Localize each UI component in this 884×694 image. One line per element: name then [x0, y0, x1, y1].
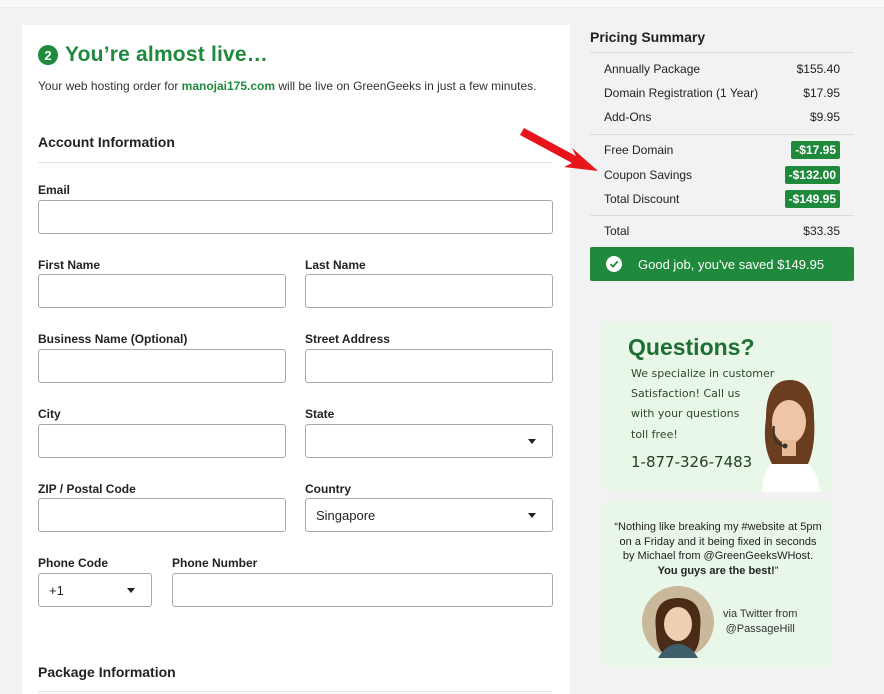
- country-value: Singapore: [316, 507, 376, 523]
- discount-badge: -$17.95: [791, 141, 840, 159]
- account-section-title: Account Information: [38, 134, 175, 150]
- step-number-icon: 2: [38, 45, 58, 65]
- ad-heading: Questions?: [628, 334, 755, 360]
- ad-phone-number: 1-877-326-7483: [631, 453, 753, 471]
- chevron-down-icon: [528, 439, 536, 444]
- discount-badge: -$132.00: [784, 166, 840, 184]
- summary-row-value: $9.95: [809, 110, 840, 124]
- city-field[interactable]: [38, 424, 286, 458]
- phone-code-label: Phone Code: [38, 556, 109, 570]
- discount-badge: -$149.95: [784, 190, 840, 208]
- total-label: Total: [604, 224, 630, 238]
- testimonial-line: “Nothing like breaking my #website at 5p…: [614, 521, 822, 533]
- summary-row: Annually Package $155.40: [604, 59, 840, 79]
- avatar: [642, 586, 714, 658]
- discount-row: Free Domain -$17.95: [604, 140, 840, 160]
- total-row: Total $33.35: [604, 221, 840, 241]
- summary-row-value: $155.40: [796, 62, 840, 76]
- hero-subtitle: Your web hosting order for manojai175.co…: [38, 79, 536, 93]
- email-label: Email: [38, 183, 71, 197]
- phone-code-select[interactable]: +1: [38, 573, 152, 607]
- testimonial-source: via Twitter from @PassageHill: [723, 607, 797, 637]
- checkout-card: 2 You’re almost live… Your web hosting o…: [22, 25, 570, 694]
- pricing-summary: Annually Package $155.40 Domain Registra…: [590, 52, 854, 238]
- testimonial-line-end: You guys are the best!”: [610, 564, 826, 579]
- street-address-field[interactable]: [305, 349, 553, 383]
- country-label: Country: [305, 482, 351, 496]
- testimonial-line: by Michael from @GreenGeeksWHost.: [622, 550, 814, 562]
- package-section-divider: [38, 691, 552, 692]
- phone-code-value: +1: [49, 582, 64, 598]
- last-name-field[interactable]: [305, 274, 553, 308]
- chevron-down-icon: [528, 513, 536, 518]
- phone-number-label: Phone Number: [172, 556, 258, 570]
- package-section-title: Package Information: [38, 664, 176, 680]
- support-agent-photo: [762, 380, 820, 492]
- pricing-summary-title: Pricing Summary: [590, 29, 706, 45]
- testimonial-card: “Nothing like breaking my #website at 5p…: [604, 501, 832, 666]
- email-field[interactable]: [38, 200, 553, 234]
- summary-row-label: Add-Ons: [604, 110, 652, 124]
- summary-divider: [590, 134, 854, 135]
- ad-line: toll free!: [631, 428, 678, 441]
- zip-field[interactable]: [38, 498, 286, 532]
- check-circle-icon: [606, 256, 622, 272]
- business-name-field[interactable]: [38, 349, 286, 383]
- first-name-field[interactable]: [38, 274, 286, 308]
- discount-row: Coupon Savings -$132.00: [604, 165, 840, 185]
- savings-text: Good job, you've saved $149.95: [638, 256, 825, 272]
- business-name-label: Business Name (Optional): [38, 332, 188, 346]
- chevron-down-icon: [127, 588, 135, 593]
- summary-row: Add-Ons $9.95: [604, 107, 840, 127]
- savings-banner: Good job, you've saved $149.95: [590, 247, 854, 281]
- summary-row-label: Domain Registration (1 Year): [604, 86, 759, 100]
- state-select[interactable]: [305, 424, 553, 458]
- testimonial-handle: @PassageHill: [725, 623, 795, 635]
- last-name-label: Last Name: [305, 258, 366, 272]
- testimonial-quote: “Nothing like breaking my #website at 5p…: [610, 520, 826, 578]
- first-name-label: First Name: [38, 258, 101, 272]
- account-section-divider: [38, 162, 552, 163]
- order-domain: manojai175.com: [181, 79, 276, 93]
- testimonial-close-quote: ”: [774, 564, 779, 577]
- ad-line: with your questions: [631, 407, 740, 420]
- hero-heading: You’re almost live…: [65, 43, 268, 66]
- city-label: City: [38, 407, 61, 421]
- discount-label: Free Domain: [604, 143, 674, 157]
- discount-row: Total Discount -$149.95: [604, 189, 840, 209]
- red-arrow-icon: [520, 128, 598, 171]
- summary-row-label: Annually Package: [604, 62, 701, 76]
- country-select[interactable]: Singapore: [305, 498, 553, 532]
- testimonial-line: on a Friday and it being fixed in second…: [619, 535, 817, 548]
- hero-sub-after: will be live on GreenGeeks in just a few…: [275, 79, 537, 93]
- state-label: State: [305, 407, 335, 421]
- phone-number-field[interactable]: [172, 573, 553, 607]
- browser-top-strip: [0, 0, 884, 8]
- testimonial-emphasis: You guys are the best!: [657, 564, 775, 577]
- hero-sub-before: Your web hosting order for: [38, 79, 182, 93]
- discount-label: Total Discount: [604, 192, 680, 206]
- summary-divider: [590, 215, 854, 216]
- testimonial-via: via Twitter from: [723, 608, 798, 620]
- summary-row-value: $17.95: [803, 86, 840, 100]
- total-value: $33.35: [803, 224, 840, 238]
- support-ad[interactable]: Questions? We specialize in customer Sat…: [604, 322, 832, 492]
- street-address-label: Street Address: [305, 332, 390, 346]
- hero-title: 2 You’re almost live…: [38, 43, 268, 67]
- ad-line: Satisfaction! Call us: [631, 387, 741, 400]
- zip-label: ZIP / Postal Code: [38, 482, 136, 496]
- discount-label: Coupon Savings: [604, 168, 693, 182]
- summary-row: Domain Registration (1 Year) $17.95: [604, 83, 840, 103]
